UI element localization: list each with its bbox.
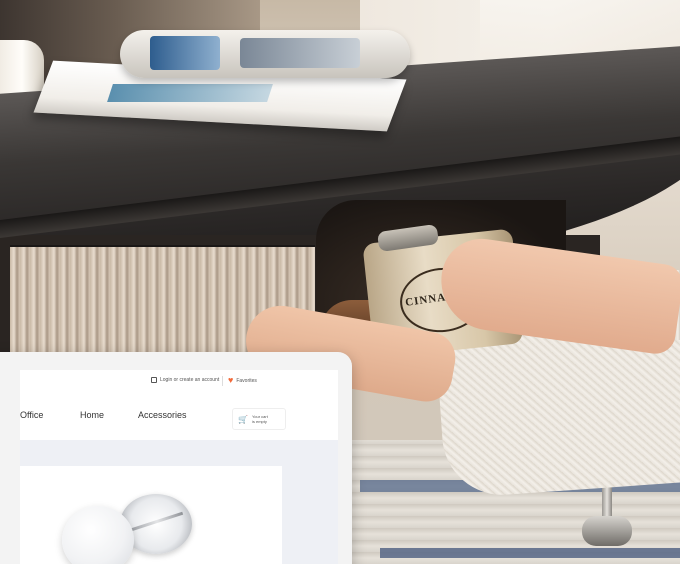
main-nav: Office Home Accessories 🛒 Your cart is e… (20, 394, 338, 440)
cart-label: Your cart is empty (252, 414, 268, 424)
favorites-label: Favorites (236, 377, 257, 384)
nav-item-accessories[interactable]: Accessories (138, 410, 187, 420)
magazine-photo (150, 36, 220, 70)
topbar-divider (222, 376, 223, 386)
login-label: Login or create an account (160, 377, 220, 383)
product-area (20, 440, 338, 564)
website-topbar: Login or create an account ♥ Favorites (20, 370, 338, 395)
magazine-photo (107, 84, 273, 102)
rug-stripe (380, 548, 680, 558)
table-caster (582, 480, 632, 550)
nav-item-office[interactable]: Office (20, 410, 43, 420)
heart-icon: ♥ (228, 375, 234, 385)
login-icon (151, 377, 157, 383)
cart-button[interactable]: 🛒 Your cart is empty (232, 408, 286, 430)
cart-icon: 🛒 (238, 414, 248, 424)
login-link[interactable]: Login or create an account (151, 377, 219, 383)
caster-wheel (582, 516, 632, 546)
product-card[interactable] (20, 466, 282, 564)
magazine-photo (240, 38, 360, 68)
website-screen: Login or create an account ♥ Favorites O… (20, 370, 338, 564)
favorites-link[interactable]: ♥ Favorites (228, 376, 257, 385)
cart-label-line2: is empty (251, 419, 267, 424)
nav-item-home[interactable]: Home (80, 410, 104, 420)
hero-photo: CINNAMON Login or create an account ♥ Fa… (0, 0, 680, 564)
